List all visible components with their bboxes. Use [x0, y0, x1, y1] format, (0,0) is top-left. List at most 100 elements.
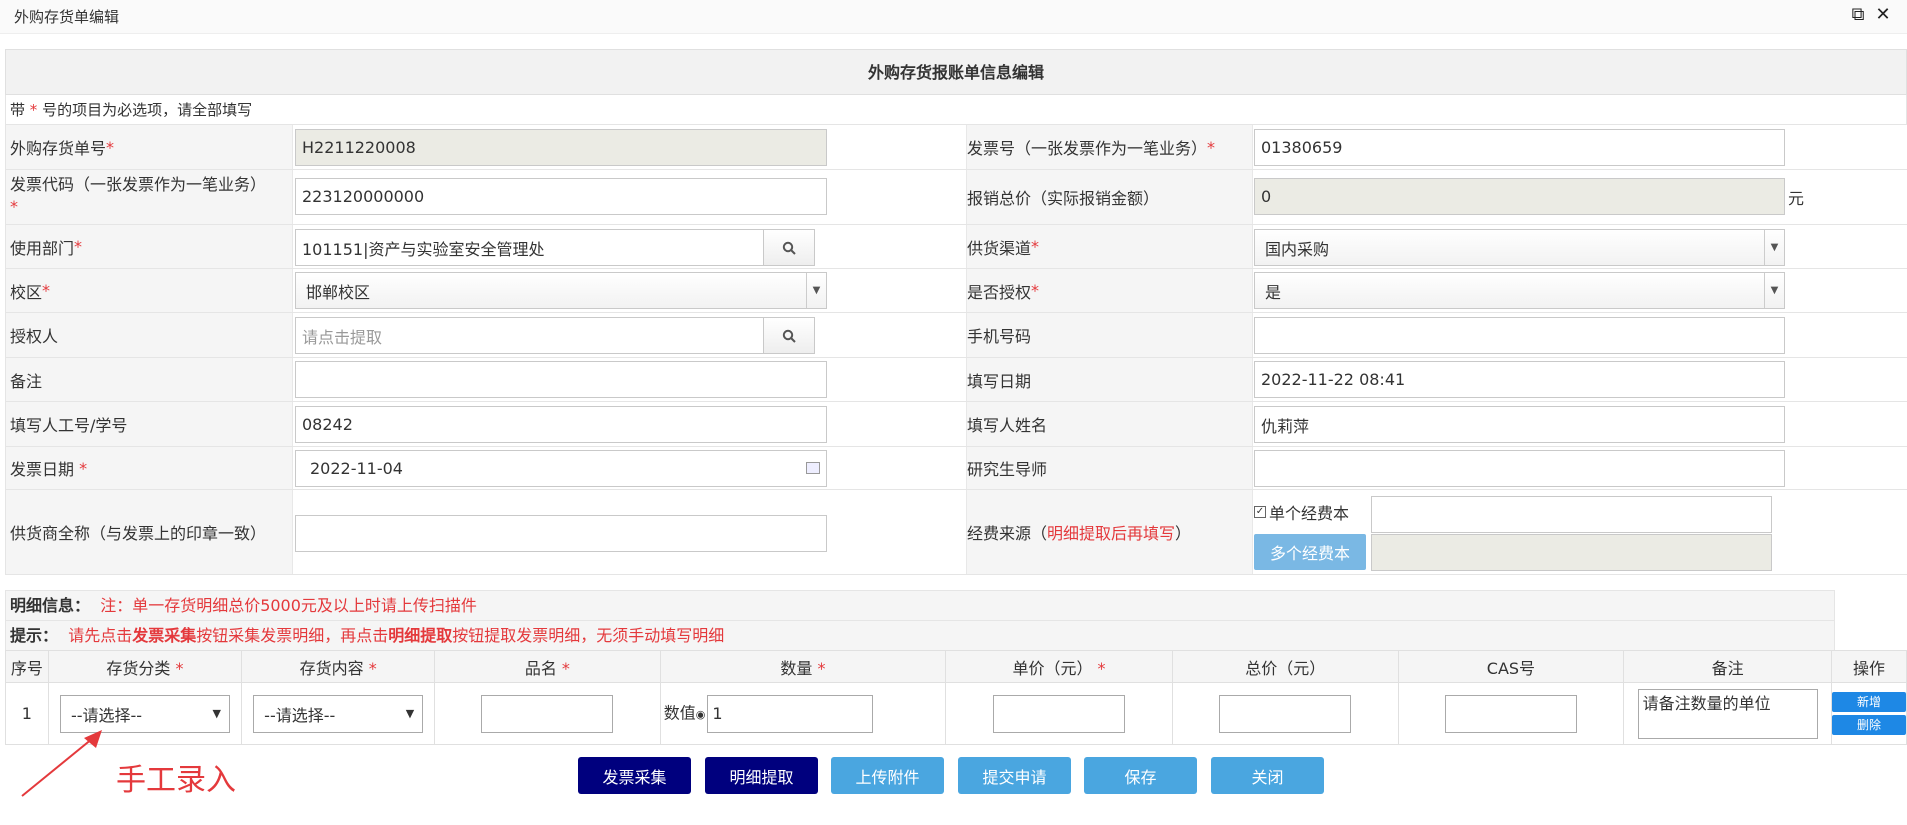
edit-form: 外购存货报账单信息编辑 带 * 号的项目为必选项，请全部填写 外购存货单号 * …: [5, 49, 1907, 575]
remark-label: 备注: [10, 371, 43, 391]
required-note: 带 * 号的项目为必选项，请全部填写: [5, 95, 1907, 125]
table-row: 1 --请选择-- ▼ --请选择-- ▼ 数值◉ 1 请备注数量的单位 新增 删除: [5, 682, 1907, 745]
window-restore-icon[interactable]: ⧉: [1848, 4, 1868, 25]
chevron-down-icon: ▼: [1764, 273, 1784, 308]
col-index: 序号: [5, 650, 49, 683]
row-invoice-date: 发票日期 * 2022-11-04 研究生导师: [5, 447, 1907, 490]
col-content: 存货内容 *: [241, 650, 436, 683]
grantor-label: 授权人: [10, 327, 59, 346]
supplier-label: 供货商全称（与发票上的印章一致）: [10, 524, 267, 543]
filler-id-field[interactable]: 08242: [295, 406, 827, 443]
row-dept-channel: 使用部门 * 101151|资产与实验室安全管理处 供货渠道 * 国内采购 ▼: [5, 225, 1907, 269]
single-fund-option[interactable]: ✓ 单个经费本: [1254, 498, 1349, 526]
channel-label: 供货渠道 *: [967, 237, 1040, 258]
multi-fund-field: [1371, 534, 1772, 571]
detail-section: 明细信息： 注：单一存货明细总价5000元及以上时请上传扫描件 提示： 请先点击…: [5, 590, 1907, 745]
col-total: 总价（元）: [1171, 650, 1399, 683]
col-unit-price: 单价（元） *: [945, 650, 1173, 683]
upload-button[interactable]: 上传附件: [831, 757, 944, 794]
phone-field[interactable]: [1254, 317, 1785, 354]
qty-input[interactable]: 1: [707, 694, 874, 733]
fill-date-label: 填写日期: [967, 371, 1032, 391]
radio-icon[interactable]: ◉: [696, 708, 706, 721]
col-action: 操作: [1831, 650, 1907, 683]
calendar-icon[interactable]: [806, 462, 820, 474]
annotation-arrow: [21, 730, 102, 797]
channel-select[interactable]: 国内采购 ▼: [1254, 229, 1785, 266]
cas-input[interactable]: [1444, 694, 1577, 733]
row-remark-date: 备注 填写日期 2022-11-22 08:41: [5, 358, 1907, 402]
phone-label: 手机号码: [967, 327, 1032, 346]
single-fund-field[interactable]: [1371, 496, 1772, 533]
multi-fund-button[interactable]: 多个经费本: [1254, 534, 1366, 570]
detail-table: 序号 存货分类 * 存货内容 * 品名 * 数量 * 单价（元） * 总价（元）…: [5, 650, 1907, 745]
unit-price-input[interactable]: [992, 694, 1125, 733]
campus-select[interactable]: 邯郸校区 ▼: [295, 272, 827, 309]
total-field: 0: [1254, 178, 1785, 215]
fund-label: 经费来源（ 明细提取后再填写）: [967, 524, 1192, 543]
submit-button[interactable]: 提交申请: [958, 757, 1071, 794]
filler-name-label: 填写人姓名: [967, 416, 1048, 435]
detail-info: 明细信息： 注：单一存货明细总价5000元及以上时请上传扫描件: [5, 590, 1835, 620]
total-price-input[interactable]: [1219, 694, 1352, 733]
content-select[interactable]: --请选择-- ▼: [253, 694, 424, 733]
invoice-collect-button[interactable]: 发票采集: [578, 757, 691, 794]
checkbox-icon[interactable]: ✓: [1254, 506, 1266, 518]
row-order-invoice: 外购存货单号 * H2211220008 发票号（一张发票作为一笔业务） * 0…: [5, 125, 1907, 170]
title-bar: 外购存货单编辑 ⧉ ✕: [0, 0, 1907, 34]
grantor-search-button[interactable]: [763, 317, 815, 354]
close-button[interactable]: 关闭: [1211, 757, 1324, 794]
campus-label: 校区 *: [10, 281, 51, 302]
chevron-down-icon: ▼: [806, 273, 826, 308]
order-no-field: H2211220008: [295, 129, 827, 166]
form-heading: 外购存货报账单信息编辑: [5, 49, 1907, 95]
annotation-label: 手工录入: [116, 763, 236, 798]
invoice-code-field[interactable]: 223120000000: [295, 178, 827, 215]
invoice-date-label: 发票日期 *: [10, 458, 88, 480]
row-code-total: 发票代码（一张发票作为一笔业务） * 223120000000 报销总价（实际报销…: [5, 170, 1907, 225]
category-select[interactable]: --请选择-- ▼: [59, 694, 230, 733]
authorized-label: 是否授权 *: [967, 281, 1040, 302]
row-supplier-fund: 供货商全称（与发票上的印章一致） 经费来源（ 明细提取后再填写） ✓ 单个经费本 多…: [5, 490, 1907, 575]
row-filler: 填写人工号/学号 08242 填写人姓名 仇莉萍: [5, 402, 1907, 447]
col-category: 存货分类 *: [47, 650, 243, 683]
row-campus-auth: 校区 * 邯郸校区 ▼ 是否授权 * 是 ▼: [5, 269, 1907, 313]
advisor-field[interactable]: [1254, 450, 1785, 487]
invoice-no-field[interactable]: 01380659: [1254, 129, 1785, 166]
col-cas: CAS号: [1397, 650, 1625, 683]
add-row-button[interactable]: 新增: [1832, 692, 1906, 712]
invoice-code-label: 发票代码（一张发票作为一笔业务） *: [10, 175, 267, 216]
invoice-no-label: 发票号（一张发票作为一笔业务） *: [967, 137, 1216, 159]
invoice-date-field[interactable]: 2022-11-04: [295, 450, 827, 487]
col-name: 品名 *: [434, 650, 661, 683]
remark-field[interactable]: [295, 361, 827, 398]
fill-date-field[interactable]: 2022-11-22 08:41: [1254, 361, 1785, 398]
detail-extract-button[interactable]: 明细提取: [705, 757, 818, 794]
window-title: 外购存货单编辑: [14, 8, 120, 26]
table-header: 序号 存货分类 * 存货内容 * 品名 * 数量 * 单价（元） * 总价（元）…: [5, 650, 1907, 683]
col-qty: 数量 *: [659, 650, 947, 683]
item-name-input[interactable]: [481, 694, 614, 733]
filler-id-label: 填写人工号/学号: [10, 416, 128, 435]
remark-textarea[interactable]: 请备注数量的单位: [1637, 688, 1818, 739]
authorized-select[interactable]: 是 ▼: [1254, 272, 1785, 309]
chevron-down-icon: ▼: [1764, 230, 1784, 265]
search-icon: [782, 241, 796, 255]
chevron-down-icon: ▼: [212, 707, 221, 720]
search-icon: [782, 329, 796, 343]
supplier-field[interactable]: [295, 515, 827, 552]
row-grantor-phone: 授权人 请点击提取 手机号码: [5, 313, 1907, 358]
total-unit: 元: [1788, 189, 1805, 208]
filler-name-field[interactable]: 仇莉萍: [1254, 406, 1785, 443]
save-button[interactable]: 保存: [1084, 757, 1197, 794]
total-label: 报销总价（实际报销金额）: [967, 189, 1160, 208]
detail-tip: 提示： 请先点击发票采集按钮采集发票明细，再点击明细提取按钮提取发票明细，无须手…: [5, 620, 1835, 650]
close-icon[interactable]: ✕: [1873, 4, 1893, 25]
dept-field[interactable]: 101151|资产与实验室安全管理处: [295, 229, 764, 266]
chevron-down-icon: ▼: [405, 707, 415, 720]
col-remark: 备注: [1623, 650, 1832, 683]
dept-search-button[interactable]: [763, 229, 815, 266]
delete-row-button[interactable]: 删除: [1832, 715, 1906, 735]
dept-label: 使用部门 *: [10, 237, 83, 258]
grantor-field[interactable]: 请点击提取: [295, 317, 764, 354]
